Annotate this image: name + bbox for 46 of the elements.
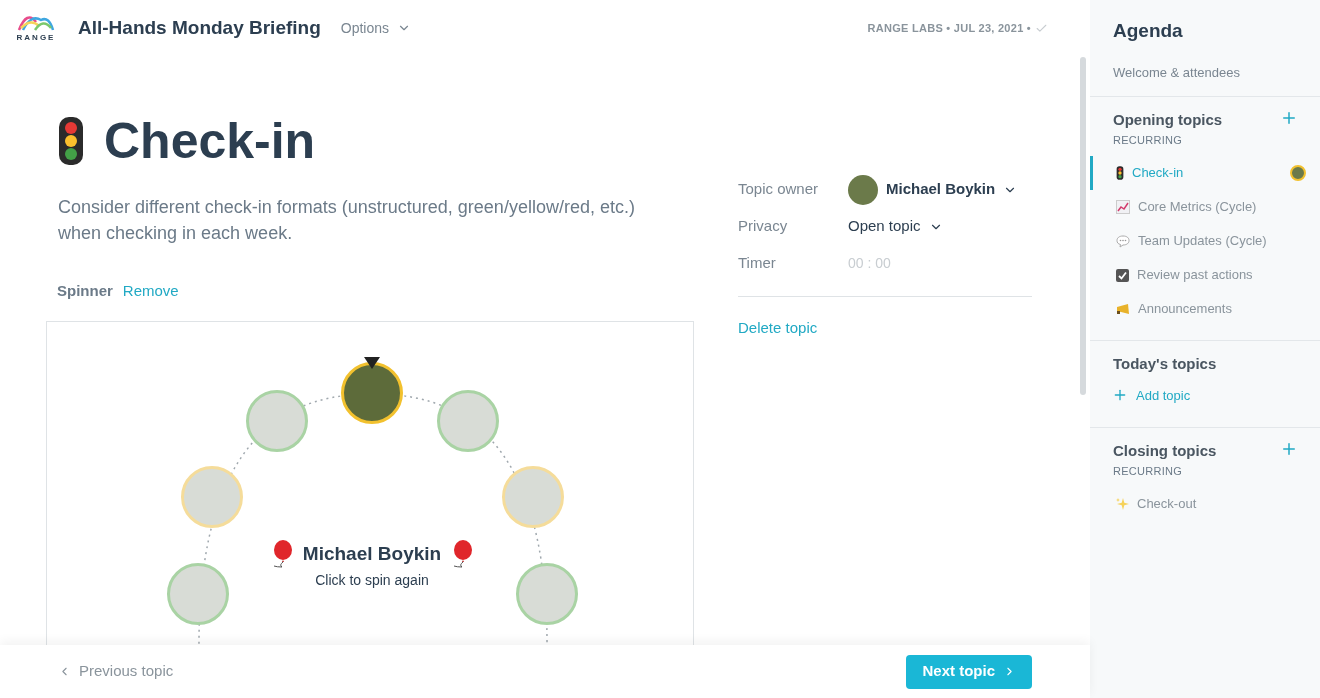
options-dropdown[interactable]: Options (340, 17, 412, 39)
agenda-item[interactable]: Announcements (1090, 292, 1320, 326)
delete-topic-link[interactable]: Delete topic (738, 317, 1032, 340)
speech-bubble-icon (1116, 234, 1130, 248)
agenda-item[interactable]: Welcome & attendees (1113, 62, 1320, 82)
agenda-item[interactable]: Review past actions (1090, 258, 1320, 292)
spin-again-hint: Click to spin again (315, 571, 429, 590)
add-icon[interactable] (1280, 440, 1298, 458)
logo-text: RANGE (16, 32, 56, 44)
section-title: Today's topics (1113, 354, 1217, 374)
section-title: Closing topics (1113, 441, 1217, 461)
checkbox-icon (1116, 268, 1129, 282)
traffic-light-icon (58, 116, 84, 166)
section-subtitle: RECURRING (1113, 132, 1184, 148)
owner-dropdown[interactable]: Michael Boykin (848, 174, 1018, 205)
agenda-item[interactable]: Core Metrics (Cycle) (1090, 190, 1320, 224)
previous-topic-button[interactable]: Previous topic (58, 660, 174, 683)
avatar-icon (1290, 165, 1306, 181)
meeting-title: All-Hands Monday Briefing (78, 15, 321, 40)
agenda-item[interactable]: Check-out (1090, 487, 1320, 521)
agenda-title: Agenda (1113, 19, 1184, 43)
next-topic-button[interactable]: Next topic (906, 654, 1032, 689)
field-label: Timer (738, 253, 777, 274)
chart-icon (1116, 200, 1130, 214)
traffic-light-icon (1116, 166, 1124, 180)
add-icon[interactable] (1280, 109, 1298, 127)
agenda-item[interactable]: Check-in (1090, 156, 1320, 190)
section-title: Opening topics (1113, 110, 1223, 130)
topic-title: Check-in (104, 116, 316, 166)
add-topic-button[interactable]: Add topic (1112, 385, 1320, 405)
section-subtitle: RECURRING (1113, 463, 1184, 479)
field-label: Privacy (738, 216, 789, 237)
field-label: Topic owner (738, 179, 820, 200)
spinner-label: Spinner (57, 281, 113, 301)
avatar-icon (848, 174, 878, 205)
agenda-item[interactable]: Team Updates (Cycle) (1090, 224, 1320, 258)
remove-link[interactable]: Remove (122, 280, 179, 303)
sparkles-icon (1116, 497, 1129, 511)
balloon-icon (451, 539, 474, 568)
winner-name: Michael Boykin (302, 541, 442, 566)
scrollbar-icon (1080, 57, 1086, 395)
meeting-meta: RANGE LABS • JUL 23, 2021 • (867, 20, 1031, 36)
privacy-dropdown[interactable]: Open topic (848, 215, 943, 238)
megaphone-icon (1116, 303, 1130, 315)
topic-description: Consider different check-in formats (unstructured, green/yellow/red, etc.) when checking in each week. (57, 196, 636, 245)
pointer-icon (364, 356, 380, 369)
